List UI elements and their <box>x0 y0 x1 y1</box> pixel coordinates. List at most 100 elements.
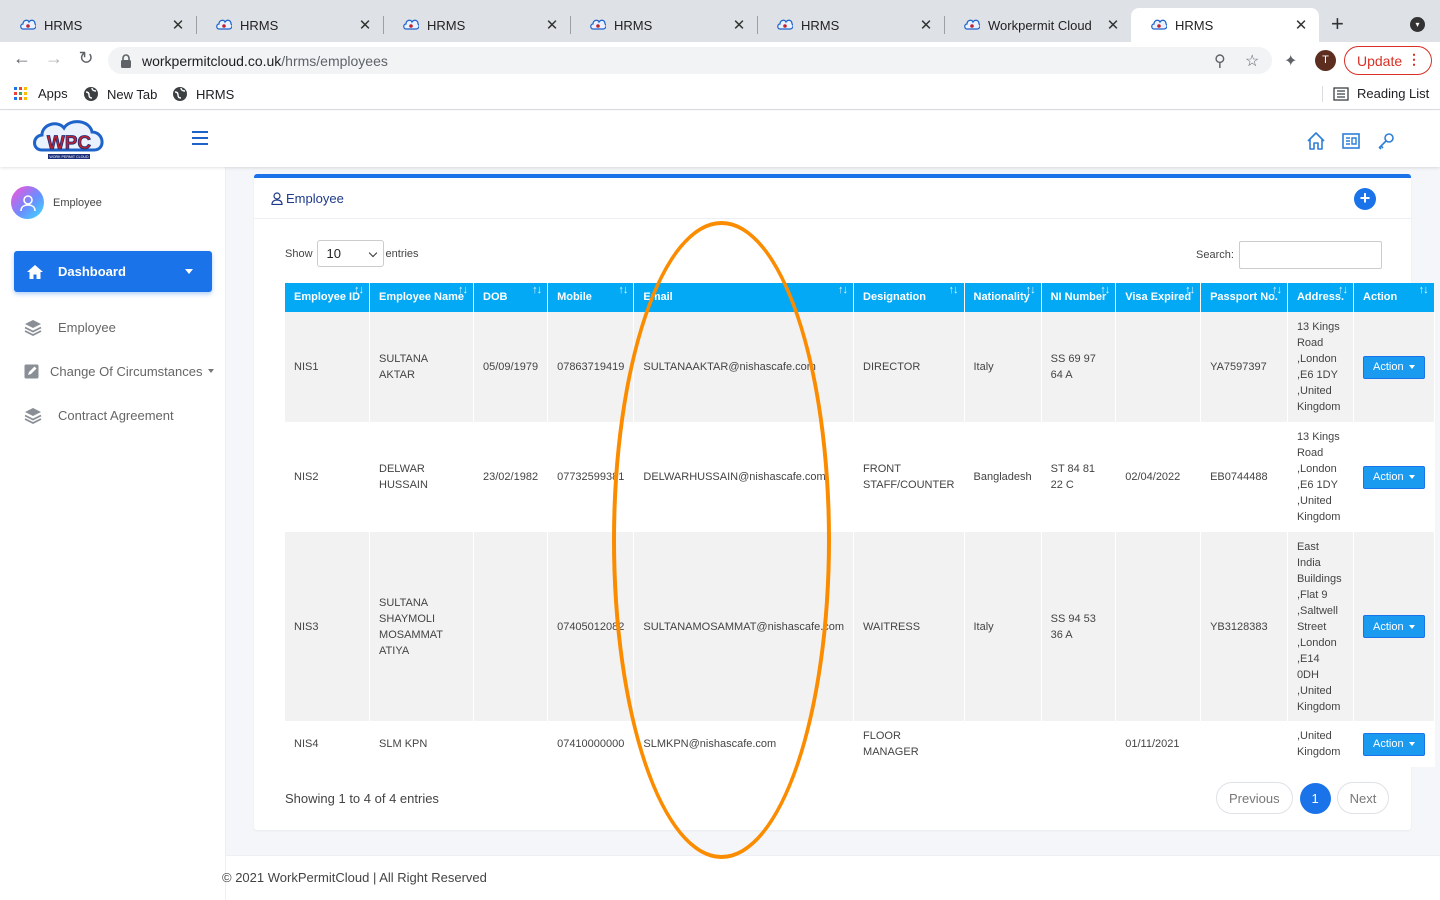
entries-select[interactable]: 10 <box>316 240 384 267</box>
column-header[interactable]: DOB ↑↓ <box>473 283 549 312</box>
column-header[interactable]: Employee Name ↑↓ <box>369 283 475 312</box>
profile-avatar[interactable]: T <box>1315 50 1336 71</box>
logo-tagline: WORK PERMIT CLOUD <box>49 155 89 159</box>
close-icon[interactable]: ✕ <box>170 16 186 34</box>
column-header[interactable]: Email ↑↓ <box>633 283 855 312</box>
browser-tab[interactable]: HRMS ✕ <box>1131 8 1319 42</box>
forward-icon[interactable]: → <box>42 48 66 69</box>
cell-line: ,United <box>1296 730 1332 742</box>
close-icon[interactable]: ✕ <box>357 16 373 34</box>
cell-text: 07863719419 <box>557 361 625 373</box>
cell-line: ATIYA <box>379 644 410 657</box>
column-header[interactable]: Designation ↑↓ <box>853 283 965 312</box>
browser-tab[interactable]: HRMS ✕ <box>0 8 196 42</box>
cell-ni: SS 69 97 64 A <box>1041 312 1117 422</box>
close-icon[interactable]: ✕ <box>544 16 560 34</box>
close-icon[interactable]: ✕ <box>1293 16 1309 34</box>
close-icon[interactable]: ✕ <box>731 16 747 34</box>
user-profile[interactable]: Employee <box>11 186 102 219</box>
zoom-icon[interactable]: ⚲ <box>1214 51 1226 71</box>
cell-designation: WAITRESS <box>853 532 965 721</box>
cell-line: 0DH <box>1296 668 1319 681</box>
cell-name: DELWAR HUSSAIN <box>369 422 475 532</box>
cell-line: FRONT <box>863 463 901 475</box>
bookmark-star-icon[interactable]: ☆ <box>1245 51 1259 71</box>
cell-line: ,London <box>1296 463 1337 475</box>
action-label: Action <box>1373 620 1404 633</box>
column-header[interactable]: Employee ID ↑↓ <box>285 283 371 312</box>
back-icon[interactable]: ← <box>10 48 34 69</box>
column-header-label: Nationality <box>973 291 1030 303</box>
chevron-down-icon <box>208 369 215 373</box>
cell-text: SULTANAAKTAR@nishascafe.com <box>643 361 816 373</box>
wpc-logo[interactable]: WPC WORK PERMIT CLOUD <box>30 116 108 164</box>
tab-title: HRMS <box>614 17 653 33</box>
column-header[interactable]: Address. ↑↓ <box>1287 283 1355 312</box>
bookmark-hrms[interactable]: HRMS <box>172 86 234 102</box>
sidebar-item-change-of-circumstances[interactable]: Change Of Circumstances <box>22 362 215 380</box>
browser-tab[interactable]: HRMS ✕ <box>383 8 570 42</box>
action-dropdown-button[interactable]: Action <box>1363 732 1425 756</box>
bookmark-new-tab[interactable]: New Tab <box>83 86 157 102</box>
close-icon[interactable]: ✕ <box>918 16 934 34</box>
document-icon[interactable] <box>1341 131 1361 151</box>
cell-address: 13 Kings Road ,London ,E6 1DY ,United Kingdom <box>1287 422 1355 532</box>
column-header[interactable]: Mobile ↑↓ <box>547 283 635 312</box>
home-icon[interactable] <box>1306 131 1326 151</box>
browser-tab[interactable]: Workpermit Cloud ✕ <box>944 8 1131 42</box>
cell-line: 36 A <box>1050 628 1073 641</box>
update-button[interactable]: Update ⋮ <box>1344 46 1432 75</box>
new-tab-icon[interactable]: + <box>1331 13 1344 35</box>
url-path: /hrms/employees <box>281 52 388 69</box>
extensions-icon[interactable]: ✦ <box>1284 51 1297 71</box>
sidebar-item-label: Change Of Circumstances <box>50 363 203 379</box>
cell-line: DELWAR <box>379 463 425 475</box>
address-bar[interactable]: workpermitcloud.co.uk/hrms/employees ⚲ ☆ <box>108 47 1272 74</box>
key-icon[interactable] <box>1376 131 1396 151</box>
column-header[interactable]: Nationality ↑↓ <box>964 283 1042 312</box>
next-button[interactable]: Next <box>1336 782 1390 814</box>
globe-icon <box>84 87 98 101</box>
cell-text: DELWARHUSSAIN@nishascafe.com <box>643 471 826 483</box>
menu-toggle-icon[interactable] <box>192 131 208 145</box>
browser-toolbar: ← → ↻ workpermitcloud.co.uk/hrms/employe… <box>0 42 1440 78</box>
browser-tab[interactable]: HRMS ✕ <box>196 8 383 42</box>
tab-search-icon[interactable]: ▾ <box>1410 17 1425 32</box>
reload-icon[interactable]: ↻ <box>74 48 98 69</box>
action-dropdown-button[interactable]: Action <box>1363 615 1425 638</box>
table-row: NIS4 SLM KPN 07410000000 SLMKPN@nishascafe.… <box>285 721 1435 767</box>
reading-list[interactable]: Reading List <box>1333 86 1429 101</box>
close-icon[interactable]: ✕ <box>1105 16 1121 34</box>
cell-action: Action <box>1353 422 1435 532</box>
employee-card: Employee + Show 10 entries Search: Emplo… <box>254 174 1435 830</box>
action-dropdown-button[interactable]: Action <box>1363 465 1425 489</box>
cell-text: 01/11/2021 <box>1125 738 1180 750</box>
column-header[interactable]: NI Number ↑↓ <box>1041 283 1117 312</box>
sidebar-item-employee[interactable]: Employee <box>24 318 116 336</box>
entries-label: entries <box>385 247 419 260</box>
sidebar-item-contract-agreement[interactable]: Contract Agreement <box>24 406 174 424</box>
more-icon: ⋮ <box>1407 51 1421 67</box>
cell-line: MOSAMMAT <box>379 628 443 641</box>
bookmark-apps[interactable]: Apps <box>14 86 68 101</box>
apps-grid-icon <box>14 86 28 101</box>
previous-button[interactable]: Previous <box>1216 782 1293 814</box>
cell-line: SS 69 97 <box>1050 353 1096 365</box>
cell-ni: SS 94 53 36 A <box>1041 532 1117 721</box>
cell-nationality <box>964 721 1042 767</box>
sidebar-item-dashboard[interactable]: Dashboard <box>14 251 212 292</box>
action-dropdown-button[interactable]: Action <box>1363 355 1425 379</box>
cell-designation: DIRECTOR <box>853 312 965 422</box>
column-header[interactable]: Visa Expired ↑↓ <box>1115 283 1202 312</box>
table-row: NIS3 SULTANA SHAYMOLI MOSAMMAT ATIYA 07405012… <box>285 532 1435 721</box>
browser-tab[interactable]: HRMS ✕ <box>570 8 757 42</box>
browser-tab[interactable]: HRMS ✕ <box>757 8 944 42</box>
cell-line: HUSSAIN <box>379 479 428 491</box>
cell-line: SULTANA <box>379 596 429 609</box>
search-input[interactable] <box>1238 241 1382 269</box>
cell-text: Italy <box>973 620 994 633</box>
page-1-button[interactable]: 1 <box>1299 782 1331 814</box>
add-employee-button[interactable]: + <box>1354 188 1376 210</box>
column-header[interactable]: Action ↑↓ <box>1353 283 1435 312</box>
column-header[interactable]: Passport No. ↑↓ <box>1200 283 1288 312</box>
